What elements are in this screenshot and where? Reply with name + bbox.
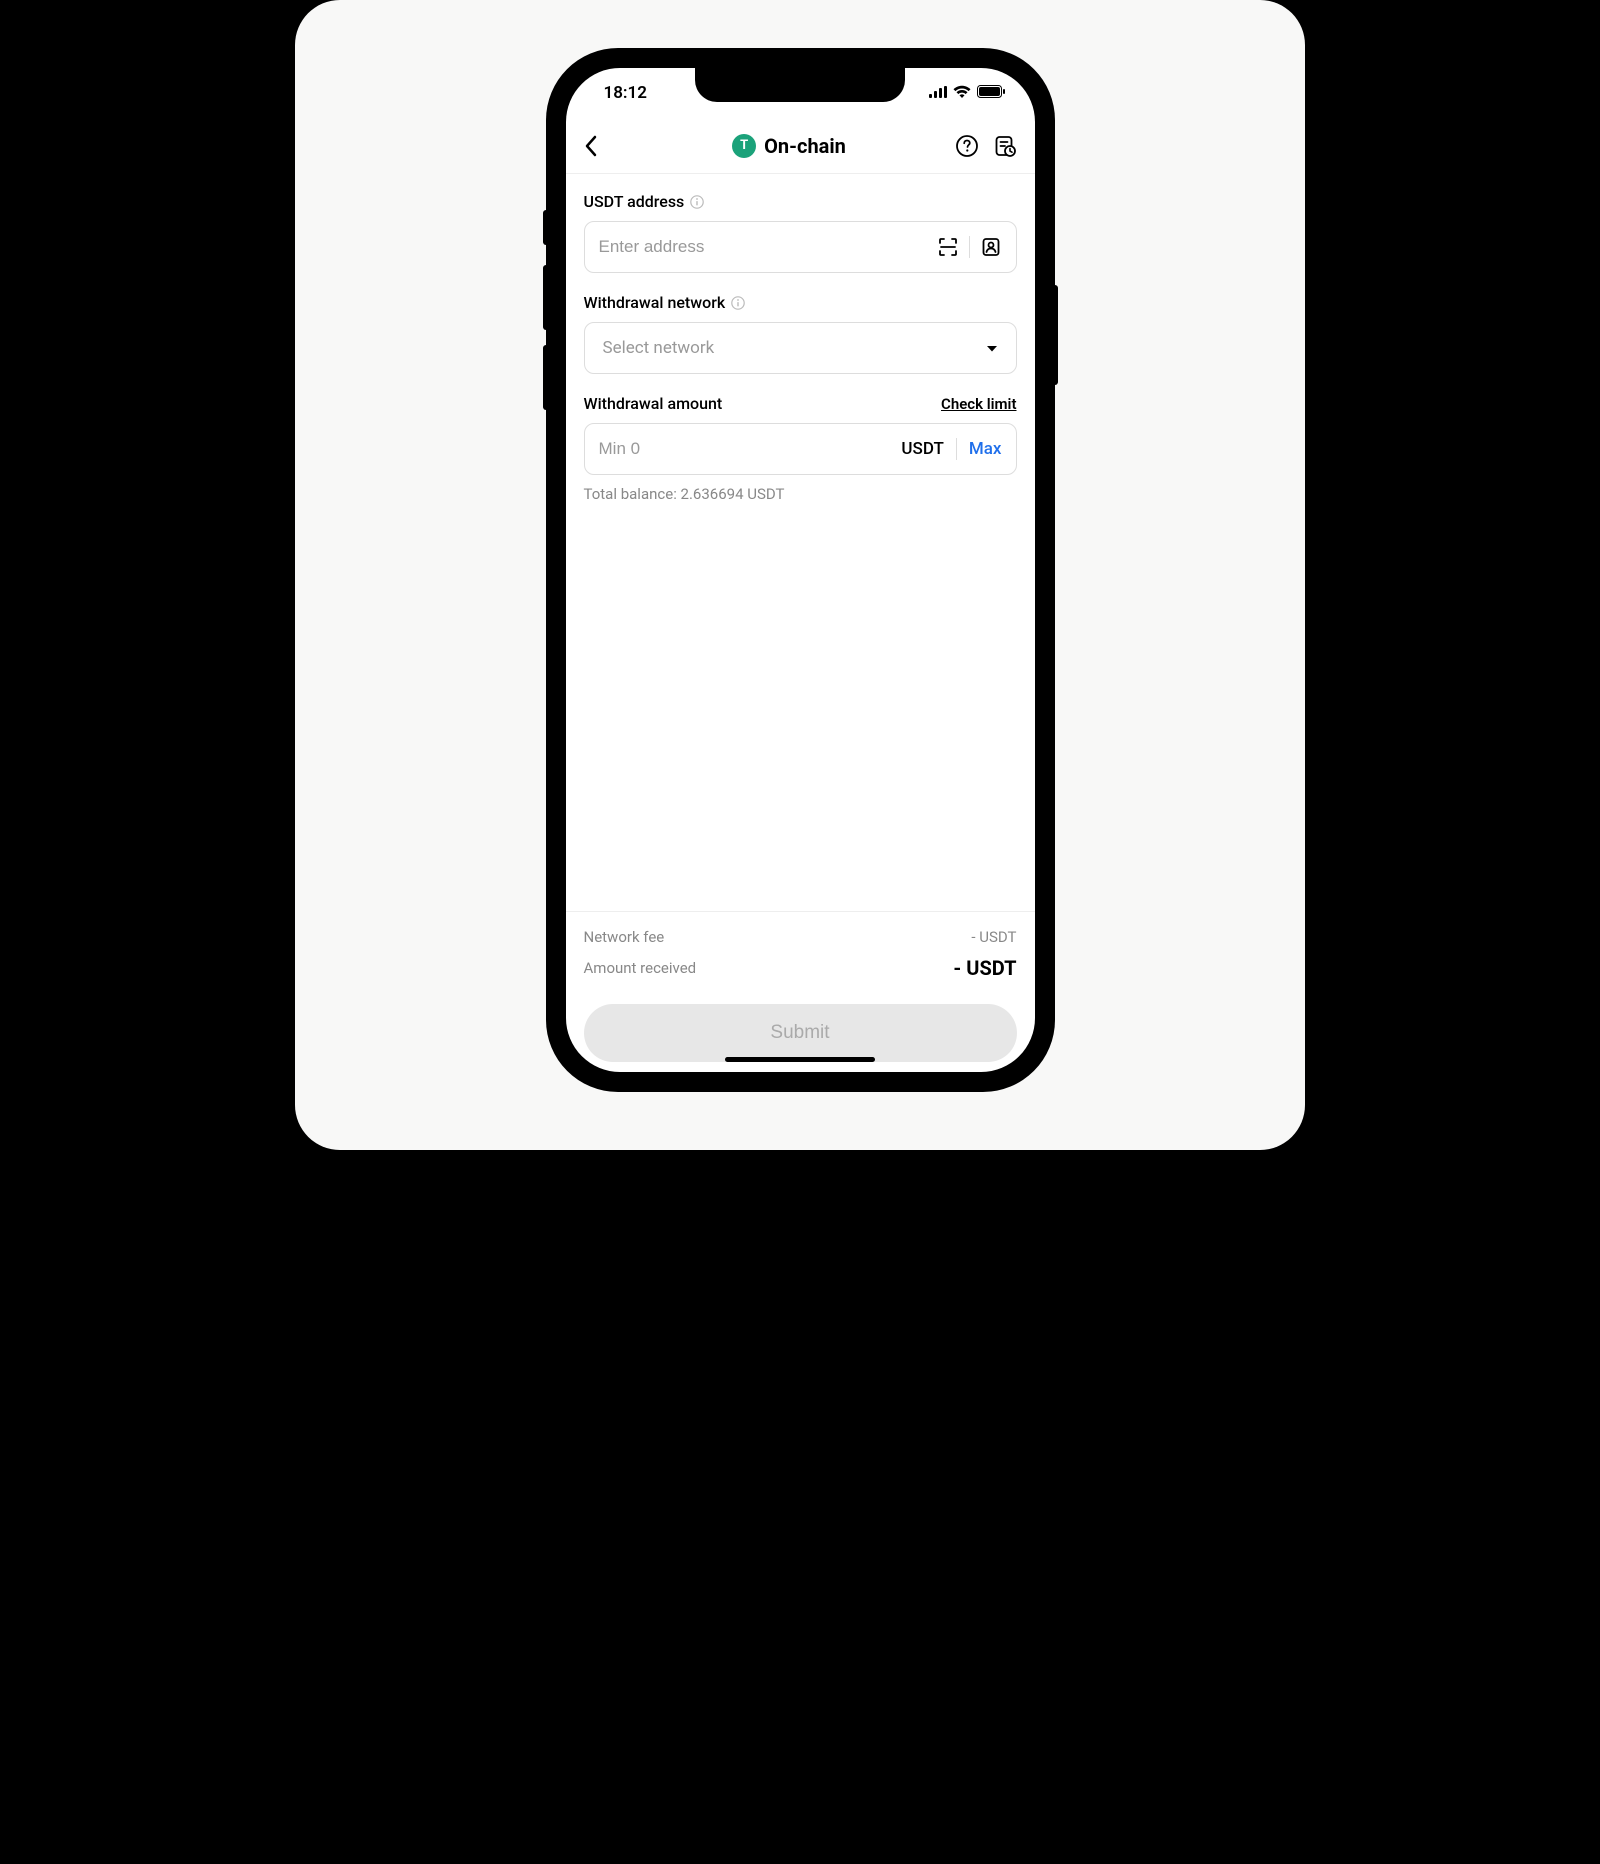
phone-side-button — [1052, 285, 1058, 385]
submit-button[interactable]: Submit — [584, 1004, 1017, 1062]
chevron-down-icon — [986, 338, 998, 358]
status-icons — [929, 83, 1005, 103]
info-icon[interactable] — [731, 296, 745, 310]
info-icon[interactable] — [690, 195, 704, 209]
network-field: Withdrawal network Select network — [584, 293, 1017, 374]
amount-input[interactable] — [599, 439, 890, 459]
divider — [956, 438, 957, 460]
header-title: T On-chain — [732, 134, 846, 158]
amount-received-row: Amount received - USDT — [584, 956, 1017, 980]
amount-received-value: - USDT — [953, 956, 1016, 980]
screen: 18:12 — [566, 68, 1035, 1072]
back-button[interactable] — [584, 135, 597, 157]
amount-field: Withdrawal amount Check limit USDT Max T… — [584, 394, 1017, 503]
address-field: USDT address — [584, 192, 1017, 273]
amount-input-container: USDT Max — [584, 423, 1017, 475]
wifi-icon — [953, 83, 971, 103]
help-icon[interactable] — [955, 134, 979, 158]
page-title: On-chain — [764, 134, 846, 158]
network-fee-row: Network fee - USDT — [584, 928, 1017, 946]
address-label: USDT address — [584, 192, 685, 211]
history-icon[interactable] — [993, 134, 1017, 158]
phone-side-button — [543, 210, 549, 245]
max-button[interactable]: Max — [969, 439, 1002, 459]
usdt-coin-icon: T — [732, 134, 756, 158]
balance-text: Total balance: 2.636694 USDT — [584, 485, 1017, 503]
footer: Network fee - USDT Amount received - USD… — [566, 911, 1035, 1072]
phone-side-button — [543, 265, 549, 330]
contacts-icon[interactable] — [980, 236, 1002, 258]
network-label: Withdrawal network — [584, 293, 726, 312]
phone-side-button — [543, 345, 549, 410]
phone-frame: 18:12 — [548, 50, 1053, 1090]
divider — [969, 236, 970, 258]
network-fee-value: - USDT — [971, 928, 1016, 946]
phone-notch — [695, 68, 905, 102]
content-area: USDT address — [566, 174, 1035, 911]
header: T On-chain — [566, 118, 1035, 174]
currency-label: USDT — [901, 439, 943, 459]
address-input[interactable] — [599, 237, 927, 257]
network-fee-label: Network fee — [584, 928, 665, 946]
amount-label: Withdrawal amount — [584, 394, 723, 413]
signal-icon — [929, 83, 947, 103]
battery-icon — [977, 83, 1005, 103]
scan-icon[interactable] — [937, 236, 959, 258]
amount-received-label: Amount received — [584, 959, 697, 977]
network-select[interactable]: Select network — [584, 322, 1017, 374]
status-time: 18:12 — [604, 83, 647, 103]
network-placeholder: Select network — [603, 338, 715, 358]
home-indicator[interactable] — [725, 1057, 875, 1062]
address-input-container — [584, 221, 1017, 273]
check-limit-link[interactable]: Check limit — [941, 395, 1016, 413]
